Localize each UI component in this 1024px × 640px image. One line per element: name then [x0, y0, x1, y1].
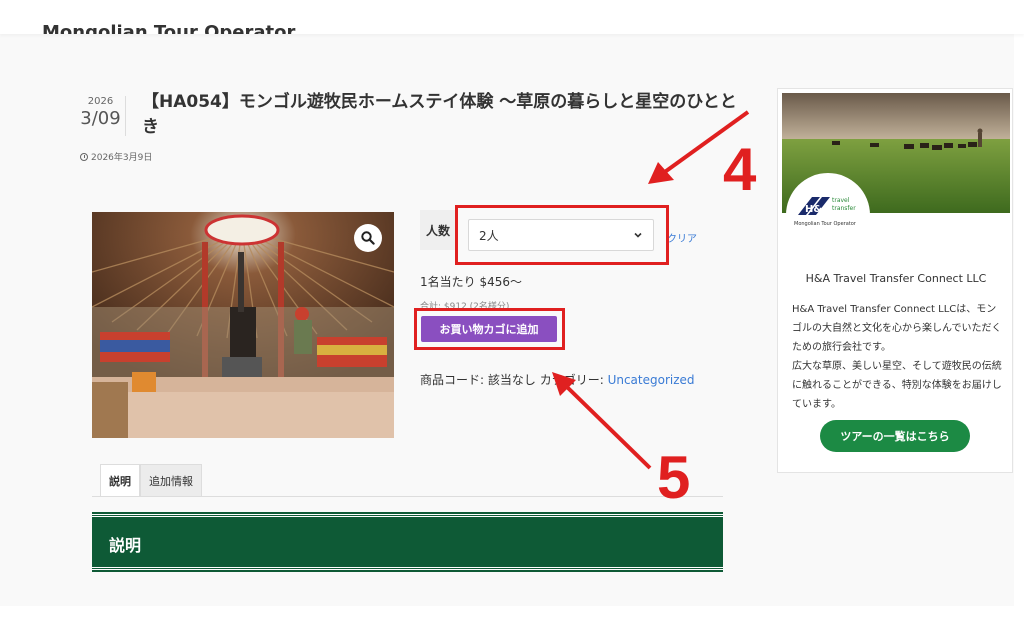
clock-icon [80, 152, 88, 161]
logo-line1: travel [832, 197, 850, 204]
logo-line2: transfer [832, 205, 856, 212]
annotation-highlight-4 [455, 205, 669, 265]
date-month-day: 3/09 [80, 108, 121, 129]
page: Mongolian Tour Operator 2026 3/09 【HA054… [0, 0, 1024, 640]
annotation-number-4: 4 [723, 136, 757, 203]
category-label: カテゴリー: [539, 373, 604, 387]
product-tabs: 説明 追加情報 [100, 464, 202, 496]
company-description: H&A Travel Transfer Connect LLCは、モンゴルの大自… [792, 304, 1002, 410]
annotation-number-5: 5 [657, 444, 691, 511]
post-date: 2026 3/09 [76, 96, 126, 136]
logo-mark: H&A [805, 204, 830, 215]
company-logo: H&A travel transfer Mongolian Tour Opera… [786, 173, 870, 257]
magnifier-icon [361, 231, 375, 245]
product-meta: 商品コード: 該当なし カテゴリー: Uncategorized [420, 371, 695, 388]
category-link[interactable]: Uncategorized [608, 373, 695, 387]
sidebar-company-card: H&A travel transfer Mongolian Tour Opera… [777, 88, 1013, 473]
date-year: 2026 [87, 96, 114, 107]
tour-list-button[interactable]: ツアーの一覧はこちら [820, 420, 970, 452]
quantity-label: 人数 [420, 210, 456, 250]
site-header: Mongolian Tour Operator [0, 0, 1024, 34]
zoom-button[interactable] [354, 224, 382, 252]
tab-description[interactable]: 説明 [100, 464, 140, 496]
sku-label: 商品コード: 該当なし [420, 373, 536, 387]
price-per-person: 1名当たり $456〜 [420, 275, 522, 289]
company-name: H&A Travel Transfer Connect LLC [805, 272, 987, 285]
site-title[interactable]: Mongolian Tour Operator [42, 22, 295, 34]
yurt-interior-photo [92, 212, 394, 438]
h-and-a-logo-icon: H&A travel transfer Mongolian Tour Opera… [794, 197, 857, 227]
tab-additional-info[interactable]: 追加情報 [140, 464, 202, 496]
logo-caption: Mongolian Tour Operator [794, 221, 857, 227]
annotation-highlight-5 [414, 308, 565, 350]
tab-divider [92, 496, 723, 497]
published-date: 2026年3月9日 [91, 153, 153, 163]
description-heading: 説明 [109, 536, 142, 555]
page-title: 【HA054】モンゴル遊牧民ホームステイ体験 〜草原の暮らしと星空のひととき [142, 92, 737, 137]
clear-link[interactable]: クリア [667, 230, 697, 245]
post-meta: 2026年3月9日 [80, 150, 152, 163]
description-band: 説明 [92, 514, 723, 570]
product-image[interactable] [92, 212, 394, 438]
